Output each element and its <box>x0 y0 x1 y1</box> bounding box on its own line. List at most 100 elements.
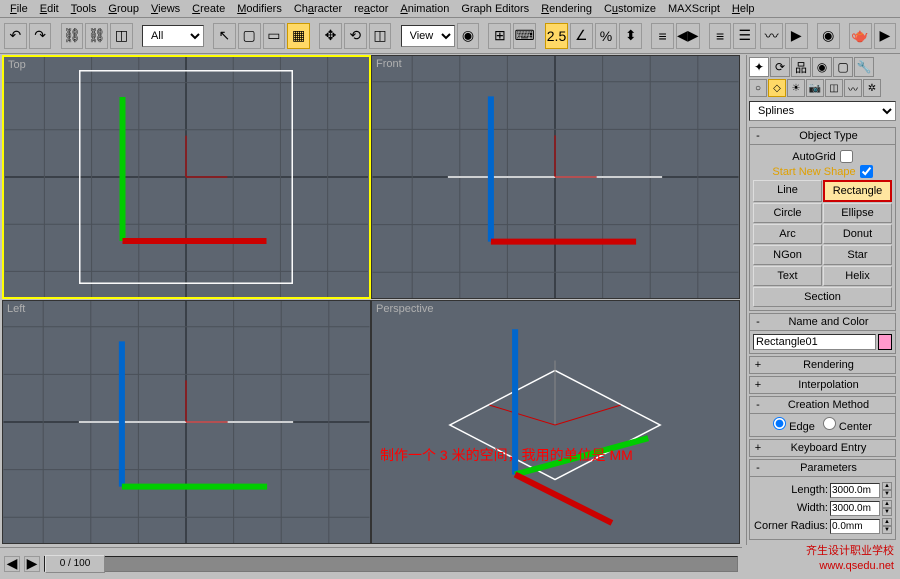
motion-tab-icon[interactable]: ◉ <box>812 57 832 77</box>
scale-button[interactable]: ◫ <box>369 23 392 49</box>
link-button[interactable]: ⛓ <box>61 23 84 49</box>
arc-button[interactable]: Arc <box>753 224 822 244</box>
shapes-icon[interactable]: ◇ <box>768 79 786 97</box>
star-button[interactable]: Star <box>823 245 892 265</box>
menu-maxscript[interactable]: MAXScript <box>662 3 726 15</box>
menu-file[interactable]: File <box>4 3 34 15</box>
keyboard-entry-rollout[interactable]: +Keyboard Entry <box>749 439 896 457</box>
length-input[interactable] <box>830 483 880 498</box>
helix-button[interactable]: Helix <box>823 266 892 286</box>
snap-toggle-button[interactable]: 2.5 <box>545 23 568 49</box>
center-pivot-button[interactable]: ◉ <box>457 23 480 49</box>
cameras-icon[interactable]: 📷 <box>806 79 824 97</box>
keyboard-shortcut-button[interactable]: ⌨ <box>513 23 536 49</box>
render-scene-button[interactable]: 🫖 <box>849 23 872 49</box>
color-swatch[interactable] <box>878 334 892 350</box>
select-button[interactable]: ↖ <box>213 23 236 49</box>
ellipse-button[interactable]: Ellipse <box>823 203 892 223</box>
object-type-rollout[interactable]: -Object Type <box>749 127 896 145</box>
select-manipulate-button[interactable]: ⊞ <box>488 23 511 49</box>
rotate-button[interactable]: ⟲ <box>344 23 367 49</box>
utilities-tab-icon[interactable]: 🔧 <box>854 57 874 77</box>
center-radio[interactable]: Center <box>823 417 872 433</box>
donut-button[interactable]: Donut <box>823 224 892 244</box>
geometry-icon[interactable]: ○ <box>749 79 767 97</box>
ngon-button[interactable]: NGon <box>753 245 822 265</box>
unlink-button[interactable]: ⛓ <box>85 23 108 49</box>
curve-editor-button[interactable]: 〰 <box>760 23 783 49</box>
menu-character[interactable]: Character <box>288 3 348 15</box>
display-tab-icon[interactable]: ▢ <box>833 57 853 77</box>
viewport-perspective[interactable]: Perspective <box>371 300 740 544</box>
timeline-prev-button[interactable]: ◀ <box>4 556 20 572</box>
corner-radius-input[interactable] <box>830 519 880 534</box>
watermark: 齐生设计职业学校 www.qsedu.net <box>806 544 894 573</box>
menu-animation[interactable]: Animation <box>394 3 455 15</box>
align-button[interactable]: ≡ <box>709 23 732 49</box>
menu-tools[interactable]: Tools <box>65 3 103 15</box>
start-new-shape-label: Start New Shape <box>772 166 855 178</box>
material-editor-button[interactable]: ◉ <box>817 23 840 49</box>
reference-coord-select[interactable]: View <box>401 25 455 47</box>
line-button[interactable]: Line <box>753 180 822 202</box>
width-input[interactable] <box>830 501 880 516</box>
section-button[interactable]: Section <box>753 287 892 307</box>
corner-radius-spinner[interactable]: ▲▼ <box>882 518 892 534</box>
menu-views[interactable]: Views <box>145 3 186 15</box>
spacewarps-icon[interactable]: 〰 <box>844 79 862 97</box>
timeline-next-button[interactable]: ▶ <box>24 556 40 572</box>
edge-radio[interactable]: Edge <box>773 417 815 433</box>
object-name-input[interactable] <box>753 334 876 350</box>
window-crossing-button[interactable]: ▦ <box>287 23 310 49</box>
menu-customize[interactable]: Customize <box>598 3 662 15</box>
rendering-rollout[interactable]: +Rendering <box>749 356 896 374</box>
menu-rendering[interactable]: Rendering <box>535 3 598 15</box>
autogrid-checkbox[interactable] <box>840 150 853 163</box>
text-button[interactable]: Text <box>753 266 822 286</box>
menu-edit[interactable]: Edit <box>34 3 65 15</box>
menu-help[interactable]: Help <box>726 3 761 15</box>
menu-reactor[interactable]: reactor <box>348 3 394 15</box>
viewport-left[interactable]: Left <box>2 300 371 544</box>
schematic-button[interactable]: ▶ <box>785 23 808 49</box>
quick-render-button[interactable]: ▶ <box>874 23 897 49</box>
create-tab-icon[interactable]: ✦ <box>749 57 769 77</box>
bind-button[interactable]: ◫ <box>110 23 133 49</box>
start-new-shape-checkbox[interactable] <box>860 165 873 178</box>
viewport-top[interactable]: Top <box>2 55 371 299</box>
angle-snap-button[interactable]: ∠ <box>570 23 593 49</box>
selection-filter-select[interactable]: All <box>142 25 204 47</box>
length-spinner[interactable]: ▲▼ <box>882 482 892 498</box>
modify-tab-icon[interactable]: ⟳ <box>770 57 790 77</box>
named-sets-button[interactable]: ≡ <box>651 23 674 49</box>
percent-snap-button[interactable]: % <box>595 23 618 49</box>
interpolation-rollout[interactable]: +Interpolation <box>749 376 896 394</box>
name-color-rollout[interactable]: -Name and Color <box>749 313 896 331</box>
width-spinner[interactable]: ▲▼ <box>882 500 892 516</box>
axis-gizmo-icon <box>11 293 378 535</box>
time-slider[interactable]: 0 / 100 <box>44 556 738 572</box>
hierarchy-tab-icon[interactable]: 品 <box>791 57 811 77</box>
rectangle-button[interactable]: Rectangle <box>823 180 892 202</box>
mirror-button[interactable]: ◀▶ <box>676 23 700 49</box>
undo-button[interactable]: ↶ <box>4 23 27 49</box>
creation-method-rollout[interactable]: -Creation Method <box>749 396 896 414</box>
systems-icon[interactable]: ✲ <box>863 79 881 97</box>
spinner-snap-button[interactable]: ⬍ <box>619 23 642 49</box>
layers-button[interactable]: ☰ <box>733 23 756 49</box>
menu-modifiers[interactable]: Modifiers <box>231 3 288 15</box>
category-dropdown[interactable]: Splines <box>749 101 896 121</box>
helpers-icon[interactable]: ◫ <box>825 79 843 97</box>
circle-button[interactable]: Circle <box>753 203 822 223</box>
select-name-button[interactable]: ▢ <box>238 23 261 49</box>
redo-button[interactable]: ↷ <box>29 23 52 49</box>
select-region-button[interactable]: ▭ <box>263 23 286 49</box>
lights-icon[interactable]: ☀ <box>787 79 805 97</box>
menu-create[interactable]: Create <box>186 3 231 15</box>
move-button[interactable]: ✥ <box>319 23 342 49</box>
menu-graph-editors[interactable]: Graph Editors <box>455 3 535 15</box>
time-slider-handle[interactable]: 0 / 100 <box>45 555 105 573</box>
parameters-rollout[interactable]: -Parameters <box>749 459 896 477</box>
menu-group[interactable]: Group <box>102 3 145 15</box>
viewport-front[interactable]: Front <box>371 55 740 299</box>
